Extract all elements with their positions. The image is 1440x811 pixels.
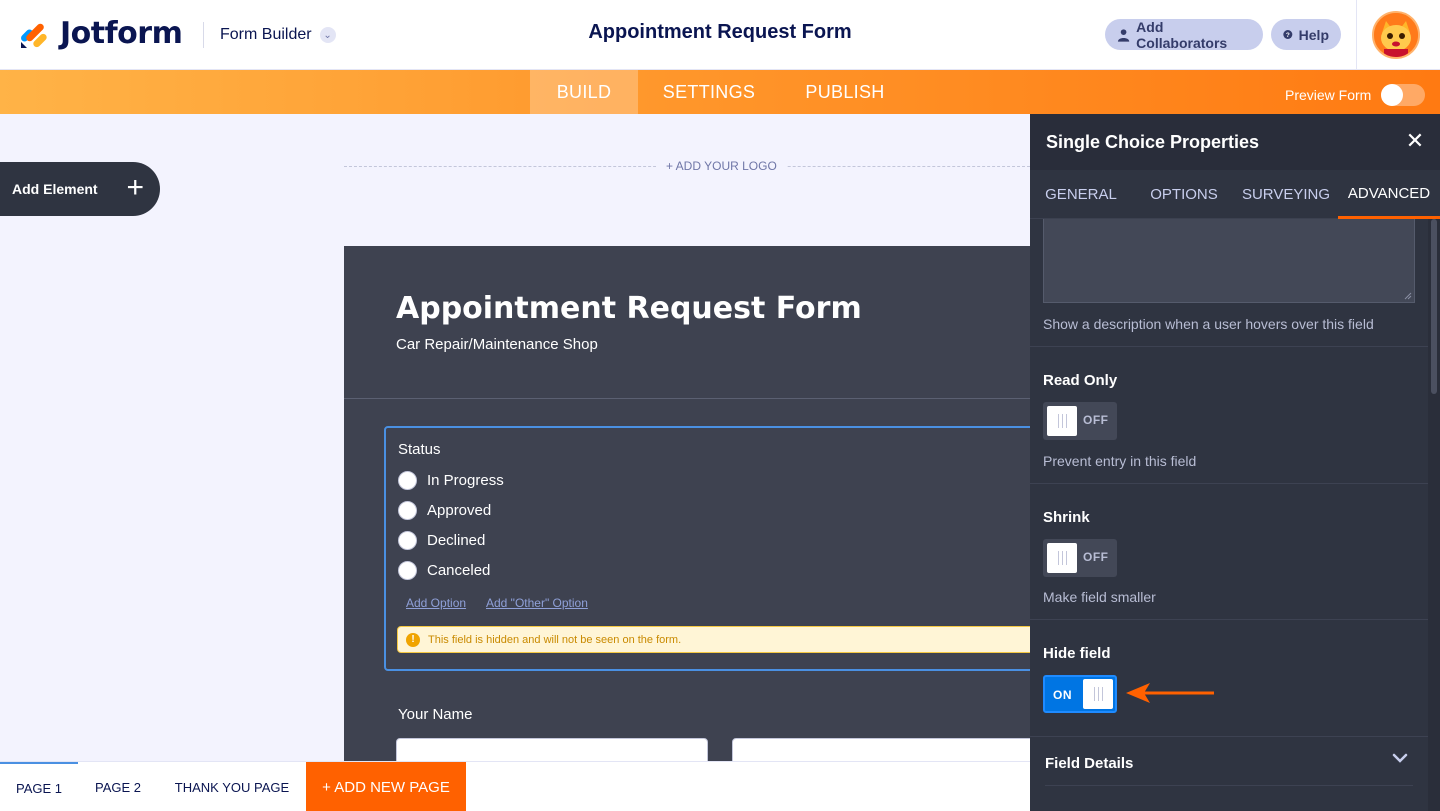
jotform-logo[interactable]: Jotform <box>18 16 183 51</box>
section-divider <box>1030 483 1428 484</box>
hide-field-toggle[interactable]: ON <box>1043 675 1117 713</box>
panel-header: Single Choice Properties ✕ <box>1030 114 1440 170</box>
section-divider <box>1030 619 1428 620</box>
form-header[interactable]: Appointment Request Form Car Repair/Main… <box>344 246 1030 399</box>
properties-panel: Single Choice Properties ✕ GENERAL OPTIO… <box>1030 114 1440 811</box>
page-tabs-bar: PAGE 1 PAGE 2 THANK YOU PAGE + ADD NEW P… <box>0 761 1030 811</box>
resize-handle-icon[interactable] <box>1404 292 1412 300</box>
builder-nav: BUILD SETTINGS PUBLISH Preview Form <box>0 70 1440 114</box>
field-details-header[interactable]: Field Details <box>1045 755 1133 772</box>
add-element-label: Add Element <box>12 181 98 197</box>
panel-title: Single Choice Properties <box>1046 132 1260 152</box>
question-icon: ? <box>1283 29 1293 40</box>
tab-settings[interactable]: SETTINGS <box>648 70 770 114</box>
svg-text:?: ? <box>1286 32 1290 39</box>
page-tab-2[interactable]: PAGE 2 <box>80 762 156 811</box>
hover-text-textarea[interactable] <box>1043 219 1415 303</box>
tab-publish-label: PUBLISH <box>805 81 885 102</box>
preview-form-label: Preview Form <box>1285 87 1372 103</box>
hidden-field-warning: ! This field is hidden and will not be s… <box>397 626 1047 653</box>
form-card: Appointment Request Form Car Repair/Main… <box>344 246 1052 768</box>
shrink-label: Shrink <box>1043 509 1090 526</box>
your-name-label[interactable]: Your Name <box>398 706 473 723</box>
toggle-knob <box>1047 406 1077 436</box>
avatar[interactable] <box>1372 11 1420 59</box>
section-divider <box>1030 346 1428 347</box>
toggle-knob <box>1047 543 1077 573</box>
radio-option-label: In Progress <box>427 472 504 489</box>
shrink-help: Make field smaller <box>1043 589 1156 605</box>
panel-scrollbar[interactable] <box>1428 219 1440 811</box>
radio-option-label: Declined <box>427 532 486 549</box>
add-element-button[interactable]: Add Element + <box>0 162 160 216</box>
add-collaborators-button[interactable]: Add Collaborators <box>1105 18 1263 51</box>
toggle-state-label: ON <box>1053 688 1072 702</box>
status-field[interactable]: Status In Progress Approved Declined Can… <box>384 426 1047 671</box>
radio-option-approved[interactable]: Approved <box>398 501 491 520</box>
form-builder-dropdown[interactable]: Form Builder ⌄ <box>220 26 336 44</box>
hide-field-label: Hide field <box>1043 645 1111 662</box>
read-only-toggle[interactable]: OFF <box>1043 402 1117 440</box>
tab-advanced[interactable]: ADVANCED <box>1338 170 1440 219</box>
section-divider <box>1030 736 1428 737</box>
help-button[interactable]: ? Help <box>1271 19 1341 50</box>
add-other-option-link[interactable]: Add "Other" Option <box>486 596 588 610</box>
radio-button[interactable] <box>398 471 417 490</box>
avatar-mascot-icon <box>1374 13 1418 57</box>
tab-settings-label: SETTINGS <box>662 81 756 102</box>
radio-button[interactable] <box>398 531 417 550</box>
tab-general[interactable]: GENERAL <box>1030 170 1132 219</box>
brand-name: Jotform <box>60 16 183 51</box>
page-tab-1[interactable]: PAGE 1 <box>0 762 78 811</box>
toggle-knob <box>1083 679 1113 709</box>
field-details-underline <box>1045 785 1413 786</box>
hidden-field-warning-text: This field is hidden and will not be see… <box>428 633 682 646</box>
close-icon[interactable]: ✕ <box>1404 130 1426 152</box>
help-label: Help <box>1298 26 1329 43</box>
chevron-down-icon: ⌄ <box>319 27 336 43</box>
toggle-state-label: OFF <box>1083 550 1109 564</box>
radio-option-canceled[interactable]: Canceled <box>398 561 490 580</box>
radio-button[interactable] <box>398 501 417 520</box>
radio-option-in-progress[interactable]: In Progress <box>398 471 504 490</box>
user-icon <box>1117 28 1130 42</box>
add-new-page-button[interactable]: + ADD NEW PAGE <box>306 762 466 811</box>
add-option-link[interactable]: Add Option <box>406 596 466 610</box>
tab-publish[interactable]: PUBLISH <box>790 70 900 114</box>
preview-form-toggle[interactable] <box>1381 84 1426 106</box>
tab-build-label: BUILD <box>556 81 612 102</box>
tab-options[interactable]: OPTIONS <box>1132 170 1236 219</box>
add-logo-link[interactable]: + ADD YOUR LOGO <box>656 159 787 173</box>
top-header: Jotform Form Builder ⌄ Appointment Reque… <box>0 0 1440 70</box>
jotform-logo-icon <box>21 23 47 48</box>
annotation-arrow-icon <box>1126 683 1214 703</box>
plus-icon: + <box>126 171 144 204</box>
panel-tabs: GENERAL OPTIONS SURVEYING ADVANCED <box>1030 170 1440 219</box>
form-builder-label: Form Builder <box>220 26 312 43</box>
preview-toggle-knob <box>1381 84 1404 106</box>
add-collaborators-label: Add Collaborators <box>1136 18 1228 51</box>
radio-option-label: Canceled <box>427 562 491 579</box>
form-subtitle[interactable]: Car Repair/Maintenance Shop <box>396 336 598 353</box>
radio-option-label: Approved <box>427 502 492 519</box>
radio-button[interactable] <box>398 561 417 580</box>
read-only-label: Read Only <box>1043 372 1118 389</box>
warning-icon: ! <box>406 632 420 647</box>
form-title[interactable]: Appointment Request Form <box>396 291 862 326</box>
tab-surveying[interactable]: SURVEYING <box>1236 170 1336 219</box>
chevron-down-icon[interactable] <box>1390 748 1410 768</box>
status-field-label[interactable]: Status <box>398 441 441 458</box>
toggle-state-label: OFF <box>1083 413 1109 427</box>
preview-form: Preview Form <box>1285 84 1426 106</box>
header-divider <box>203 22 204 48</box>
radio-option-declined[interactable]: Declined <box>398 531 485 550</box>
hover-text-help: Show a description when a user hovers ov… <box>1043 316 1374 332</box>
tab-build[interactable]: BUILD <box>530 70 638 114</box>
read-only-help: Prevent entry in this field <box>1043 453 1197 469</box>
scrollbar-thumb[interactable] <box>1431 219 1437 394</box>
shrink-toggle[interactable]: OFF <box>1043 539 1117 577</box>
header-divider-right <box>1356 0 1357 70</box>
page-tab-thank-you[interactable]: THANK YOU PAGE <box>160 762 304 811</box>
